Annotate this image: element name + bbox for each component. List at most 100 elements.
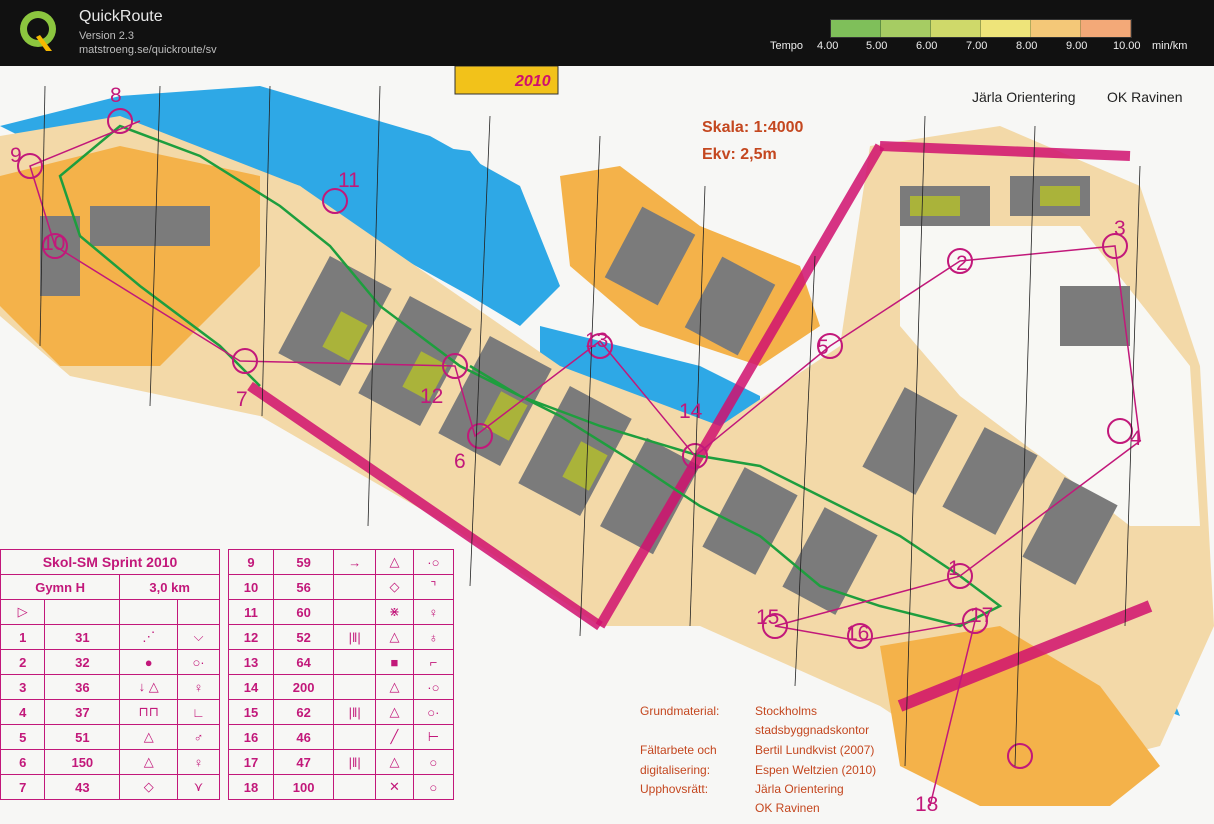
map-scale: Skala: 1:4000 [702, 119, 804, 136]
control-number: 6 [454, 450, 466, 473]
cd-symbol: ⊓⊓ [119, 699, 179, 725]
control-number: 9 [10, 144, 22, 167]
cd-code: 56 [273, 574, 335, 600]
control-number: 2 [956, 252, 968, 275]
cd-symbol: ♀ [412, 599, 455, 625]
tempo-segment [881, 20, 931, 37]
control-number: 10 [42, 232, 66, 255]
credits-value: Stockholms [755, 704, 818, 718]
credits-label: Upphovsrätt: [640, 782, 709, 796]
cd-number: 11 [227, 599, 275, 625]
cd-symbol: ⌝ [412, 574, 455, 600]
cd-number: 1 [0, 624, 46, 650]
tempo-tick: 9.00 [1066, 40, 1088, 52]
club-name: OK Ravinen [1107, 89, 1183, 105]
tempo-tick: 4.00 [817, 40, 839, 52]
cd-number: 17 [227, 749, 275, 775]
cd-symbol: ↓ △ [119, 674, 179, 700]
cd-code: 43 [44, 774, 121, 800]
cd-code: 47 [273, 749, 335, 775]
map-contour-interval: Ekv: 2,5m [702, 146, 777, 163]
cd-symbol: ○· [412, 699, 455, 725]
cd-symbol: ● [119, 649, 179, 675]
cd-number: 16 [227, 724, 275, 750]
cd-symbol: ◇ [119, 774, 179, 800]
cd-code: 37 [44, 699, 121, 725]
app-title: QuickRoute [79, 8, 163, 25]
cd-symbol: ○· [177, 649, 220, 675]
cd-symbol: ⌵ [177, 624, 220, 650]
tempo-unit: min/km [1152, 40, 1188, 52]
control-number: 12 [420, 385, 444, 408]
cd-symbol: ∟ [177, 699, 220, 725]
credits-value: stadsbyggnadskontor [755, 723, 870, 737]
cd-symbol: △ [375, 749, 414, 775]
cd-symbol: △ [375, 624, 414, 650]
cd-number: 4 [0, 699, 46, 725]
credits-label: Grundmaterial: [640, 704, 720, 718]
tempo-segment [831, 20, 881, 37]
tempo-color-scale [830, 19, 1132, 38]
orienteering-map[interactable]: 2010 Järla Orientering OK Ravinen Skala:… [0, 66, 1214, 824]
cd-symbol: |‖| [333, 699, 377, 725]
control-description-left: Skol-SM Sprint 2010 Gymn H 3,0 km ▷ 1 31 ⋰… [0, 549, 220, 800]
cd-length: 3,0 km [119, 574, 220, 600]
cd-code: 46 [273, 724, 335, 750]
cd-symbol: ╱ [375, 724, 414, 750]
tempo-segment [981, 20, 1031, 37]
control-number: 5 [817, 336, 829, 359]
tempo-segment [931, 20, 981, 37]
tempo-segment [1031, 20, 1081, 37]
tempo-tick: 5.00 [866, 40, 888, 52]
cd-symbol: △ [375, 549, 414, 575]
control-number: 3 [1114, 217, 1126, 240]
cd-number: 9 [227, 549, 275, 575]
control-number: 7 [236, 388, 248, 411]
cd-symbol: ⊢ [412, 724, 455, 750]
cd-symbol: ⋎ [177, 774, 220, 800]
control-number: 11 [338, 169, 360, 192]
cd-code: 51 [44, 724, 121, 750]
event-logo-year: 2010 [514, 73, 551, 90]
control-number: 4 [1130, 427, 1142, 450]
control-number: 14 [679, 400, 703, 423]
cd-symbol: ·○ [412, 674, 455, 700]
control-number: 13 [585, 329, 609, 352]
credits-value: Järla Orientering [755, 782, 844, 796]
cd-class: Gymn H [0, 574, 121, 600]
cd-number: 5 [0, 724, 46, 750]
cd-symbol: |‖| [333, 624, 377, 650]
cd-symbol: △ [375, 699, 414, 725]
cd-symbol: → [333, 549, 377, 575]
tempo-label: Tempo [770, 40, 804, 52]
cd-code: 62 [273, 699, 335, 725]
control-number: 16 [846, 622, 870, 645]
cd-symbol: ⋇ [375, 599, 414, 625]
control-number: 1 [948, 557, 960, 580]
cd-code: 36 [44, 674, 121, 700]
cd-code: 31 [44, 624, 121, 650]
cd-symbol: ■ [375, 649, 414, 675]
cd-title: Skol-SM Sprint 2010 [0, 549, 220, 575]
control-description-right: 9 59 → △ ·○ 10 56 ◇ ⌝ 11 60 ⋇ ♀ 12 52 |‖| △ ♁ 13 64 ■ ⌐ 1… [227, 549, 455, 800]
cd-symbol: △ [119, 749, 179, 775]
cd-symbol: ◇ [375, 574, 414, 600]
cd-number: 18 [227, 774, 275, 800]
cd-number: 6 [0, 749, 46, 775]
app-url: matstroeng.se/quickroute/sv [79, 44, 217, 56]
credits-label: Fältarbete och [640, 743, 717, 757]
cd-number: 15 [227, 699, 275, 725]
app-version: Version 2.3 [79, 30, 135, 42]
cd-code: 59 [273, 549, 335, 575]
cd-number: 7 [0, 774, 46, 800]
tempo-tick: 7.00 [966, 40, 988, 52]
cd-number: 12 [227, 624, 275, 650]
cd-symbol: ·○ [412, 549, 455, 575]
cd-symbol: ⋰ [119, 624, 179, 650]
cd-code: 64 [273, 649, 335, 675]
cd-code: 150 [44, 749, 121, 775]
credits-label: digitalisering: [640, 763, 711, 777]
cd-symbol: ✕ [375, 774, 414, 800]
cd-symbol: △ [119, 724, 179, 750]
tempo-segment [1081, 20, 1131, 37]
